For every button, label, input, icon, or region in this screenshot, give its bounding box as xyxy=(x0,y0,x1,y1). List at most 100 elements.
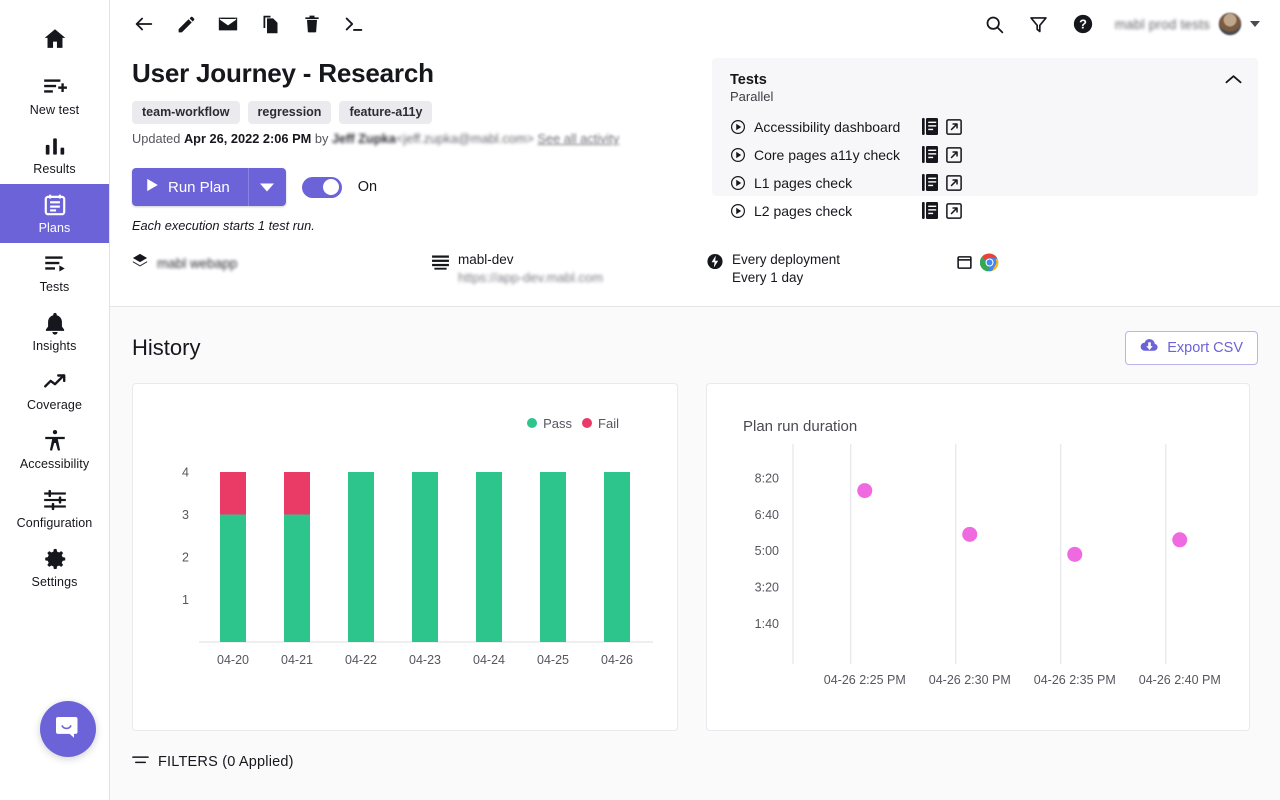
document-icon[interactable] xyxy=(922,174,938,191)
chevron-up-icon[interactable] xyxy=(1225,72,1242,90)
export-csv-button[interactable]: Export CSV xyxy=(1125,331,1258,365)
sidebar-item-home[interactable] xyxy=(0,14,109,66)
tag-item[interactable]: regression xyxy=(248,101,332,124)
trigger-line-1: Every deployment xyxy=(732,251,840,269)
updated-prefix: Updated xyxy=(132,131,184,146)
bar-segment-pass[interactable] xyxy=(476,472,502,642)
test-name[interactable]: L1 pages check xyxy=(754,175,914,191)
search-icon[interactable] xyxy=(983,12,1007,36)
svg-text:?: ? xyxy=(1079,17,1087,32)
tag-item[interactable]: team-workflow xyxy=(132,101,240,124)
test-name[interactable]: Core pages a11y check xyxy=(754,147,914,163)
history-section: History Export CSV Pass xyxy=(110,307,1280,800)
test-row: Accessibility dashboard xyxy=(730,114,1240,139)
play-circle-icon[interactable] xyxy=(730,119,746,135)
legend-item-pass[interactable]: Pass xyxy=(527,416,572,431)
tests-card-subtitle: Parallel xyxy=(730,89,1240,104)
play-icon xyxy=(146,178,159,196)
play-circle-icon[interactable] xyxy=(730,175,746,191)
filters-label: FILTERS (0 Applied) xyxy=(158,754,294,770)
test-row: L1 pages check xyxy=(730,170,1240,195)
tag-list: team-workflow regression feature-a11y xyxy=(132,101,692,124)
filters-bar[interactable]: FILTERS (0 Applied) xyxy=(132,731,1258,771)
data-point[interactable] xyxy=(1067,546,1082,561)
x-axis-tick: 04-21 xyxy=(281,653,313,667)
see-all-activity-link[interactable]: See all activity xyxy=(537,131,619,146)
run-plan-dropdown-button[interactable] xyxy=(248,168,286,206)
document-icon[interactable] xyxy=(922,118,938,135)
filter-lines-icon xyxy=(132,753,149,771)
x-axis-tick: 04-26 2:35 PM xyxy=(1034,673,1116,687)
x-axis-tick: 04-26 2:30 PM xyxy=(929,673,1011,687)
open-external-icon[interactable] xyxy=(946,203,962,219)
toolbar-actions-right: ? mabl prod tests xyxy=(983,12,1260,36)
chat-launcher-button[interactable] xyxy=(40,701,96,757)
legend-item-fail[interactable]: Fail xyxy=(582,416,619,431)
copy-icon[interactable] xyxy=(258,12,282,36)
test-row: Core pages a11y check xyxy=(730,142,1240,167)
sidebar-item-results[interactable]: Results xyxy=(0,125,109,184)
updated-author: Jeff Zupka xyxy=(332,131,396,146)
y-axis-tick: 2 xyxy=(182,550,189,564)
back-arrow-icon[interactable] xyxy=(132,12,156,36)
sidebar-item-new-test[interactable]: New test xyxy=(0,66,109,125)
sidebar-item-tests[interactable]: Tests xyxy=(0,243,109,302)
trigger-text: Every deployment Every 1 day xyxy=(732,251,840,287)
account-menu[interactable]: mabl prod tests xyxy=(1115,12,1260,36)
bar-segment-pass[interactable] xyxy=(348,472,374,642)
insights-icon xyxy=(42,310,68,336)
chat-bubble-icon xyxy=(53,712,83,747)
legend-color-fail xyxy=(582,418,592,428)
bar-segment-pass[interactable] xyxy=(540,472,566,642)
play-circle-icon[interactable] xyxy=(730,203,746,219)
terminal-icon[interactable] xyxy=(342,12,366,36)
sidebar-item-accessibility[interactable]: Accessibility xyxy=(0,420,109,479)
edit-pencil-icon[interactable] xyxy=(174,12,198,36)
plan-enabled-toggle[interactable] xyxy=(302,177,342,198)
open-external-icon[interactable] xyxy=(946,147,962,163)
open-external-icon[interactable] xyxy=(946,119,962,135)
y-axis-tick: 8:20 xyxy=(755,471,779,485)
tag-item[interactable]: feature-a11y xyxy=(339,101,432,124)
sidebar-item-coverage[interactable]: Coverage xyxy=(0,361,109,420)
y-axis-tick: 5:00 xyxy=(755,544,779,558)
x-axis-tick: 04-24 xyxy=(473,653,505,667)
home-icon xyxy=(42,26,68,52)
bar-segment-pass[interactable] xyxy=(412,472,438,642)
test-name[interactable]: L2 pages check xyxy=(754,203,914,219)
filter-icon[interactable] xyxy=(1027,12,1051,36)
run-plan-button[interactable]: Run Plan xyxy=(132,168,248,206)
play-circle-icon[interactable] xyxy=(730,147,746,163)
history-title: History xyxy=(132,335,200,361)
sidebar-item-label: New test xyxy=(30,103,79,117)
data-point[interactable] xyxy=(962,526,977,541)
plan-header: User Journey - Research team-workflow re… xyxy=(110,48,1280,233)
bar-segment-pass[interactable] xyxy=(220,514,246,642)
sidebar-item-label: Accessibility xyxy=(20,457,89,471)
email-icon[interactable] xyxy=(216,12,240,36)
sidebar-item-insights[interactable]: Insights xyxy=(0,302,109,361)
document-icon[interactable] xyxy=(922,146,938,163)
open-external-icon[interactable] xyxy=(946,175,962,191)
sidebar-item-label: Coverage xyxy=(27,398,82,412)
plan-meta-strip: mabl webapp mabl-dev https://app-dev.mab… xyxy=(110,237,1280,306)
sidebar-item-plans[interactable]: Plans xyxy=(0,184,109,243)
bar-segment-pass[interactable] xyxy=(604,472,630,642)
bar-segment-fail[interactable] xyxy=(220,472,246,515)
run-controls: Run Plan On xyxy=(132,168,692,206)
data-point[interactable] xyxy=(857,483,872,498)
bar-segment-pass[interactable] xyxy=(284,514,310,642)
x-axis-tick: 04-26 xyxy=(601,653,633,667)
data-point[interactable] xyxy=(1172,532,1187,547)
updated-email: <jeff.zupka@mabl.com> xyxy=(396,131,534,146)
test-name[interactable]: Accessibility dashboard xyxy=(754,119,914,135)
bar-segment-fail[interactable] xyxy=(284,472,310,515)
meta-trigger: Every deployment Every 1 day xyxy=(707,251,957,287)
delete-trash-icon[interactable] xyxy=(300,12,324,36)
document-icon[interactable] xyxy=(922,202,938,219)
sidebar-item-settings[interactable]: Settings xyxy=(0,538,109,597)
filters-word: FILTERS xyxy=(158,754,218,770)
sidebar-item-configuration[interactable]: Configuration xyxy=(0,479,109,538)
charts-row: Pass Fail 123404-2004-2104-2204-2304-240… xyxy=(132,383,1258,731)
help-icon[interactable]: ? xyxy=(1071,12,1095,36)
